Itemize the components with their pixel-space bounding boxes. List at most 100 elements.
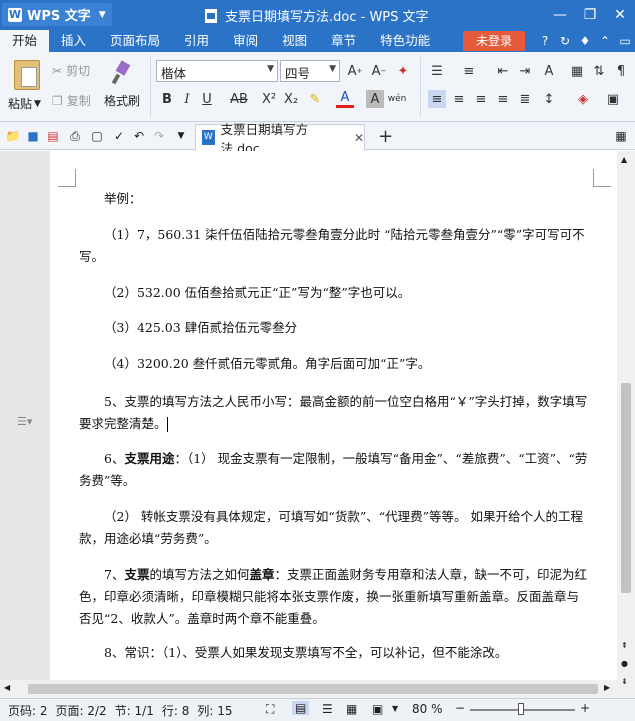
spellcheck-icon[interactable]: ✓ — [110, 127, 128, 145]
tab-home[interactable]: 开始 — [0, 30, 50, 52]
distribute-icon[interactable]: ≣ — [516, 90, 534, 108]
redo-icon[interactable]: ↷ — [150, 127, 168, 145]
skin-icon[interactable]: ♦ — [575, 32, 595, 50]
cut-button[interactable]: ✂ 剪切 — [52, 62, 90, 79]
chevron-up-icon[interactable]: ⌃ — [595, 32, 615, 50]
increase-indent-icon[interactable]: ⇥ — [516, 62, 534, 80]
format-painter-button[interactable]: 格式刷 — [104, 92, 140, 109]
open-folder-icon[interactable]: 📁 — [4, 127, 22, 145]
text-direction-icon[interactable]: A — [540, 62, 558, 80]
font-size-value: 四号 — [285, 66, 311, 81]
align-center-icon[interactable]: ≡ — [450, 90, 468, 108]
format-painter-icon[interactable] — [110, 60, 132, 86]
paragraph-menu-icon[interactable]: ☰▾ — [17, 415, 32, 428]
app-menu-button[interactable]: W WPS 文字 ▼ — [2, 3, 112, 26]
prev-page-icon[interactable]: ⇞ — [621, 641, 628, 650]
tab-section[interactable]: 章节 — [319, 30, 368, 52]
ribbon: 粘贴 ▼ ✂ 剪切 ❐ 复制 格式刷 楷体 ▼ 四号 ▼ A + A − ✦ B I … — [0, 52, 635, 122]
justify-icon[interactable]: ≡ — [494, 90, 512, 108]
tab-view[interactable]: 视图 — [270, 30, 319, 52]
superscript-icon[interactable]: X² — [260, 90, 278, 108]
bold-text: 盖章 — [249, 567, 275, 582]
status-pages[interactable]: 页面: 2/2 — [56, 702, 107, 719]
font-size-select[interactable]: 四号 ▼ — [280, 60, 340, 82]
numbered-list-icon[interactable]: ≡ — [460, 62, 478, 80]
zoom-level[interactable]: 80 % — [412, 702, 443, 716]
close-button[interactable]: ✕ — [605, 0, 635, 30]
scroll-thumb[interactable] — [621, 383, 631, 593]
next-page-icon[interactable]: ⇟ — [621, 677, 628, 686]
help-icon[interactable]: ? — [535, 32, 555, 50]
close-tab-icon[interactable]: ✕ — [354, 131, 364, 145]
font-name-select[interactable]: 楷体 ▼ — [156, 60, 278, 82]
tab-insert[interactable]: 插入 — [49, 30, 98, 52]
customize-chevron-icon[interactable]: ▼ — [172, 127, 190, 145]
shading-icon[interactable]: ◈ — [574, 90, 592, 108]
bullet-list-icon[interactable]: ☰ — [428, 62, 446, 80]
underline-icon[interactable]: U — [198, 90, 216, 108]
maximize-button[interactable]: ❐ — [575, 0, 605, 30]
outline-view-icon[interactable]: ☰ — [322, 702, 333, 716]
horizontal-scrollbar[interactable]: ◀ ▶ — [0, 680, 617, 698]
char-shading-icon[interactable]: A — [366, 90, 384, 108]
scroll-right-icon[interactable]: ▶ — [604, 683, 610, 692]
sort-icon[interactable]: ⇅ — [590, 62, 608, 80]
tab-review[interactable]: 审阅 — [221, 30, 270, 52]
paste-icon[interactable] — [14, 60, 40, 90]
scroll-thumb[interactable] — [28, 684, 598, 694]
tab-list-icon[interactable]: ▦ — [612, 127, 630, 145]
italic-icon[interactable]: I — [178, 90, 196, 108]
paste-button[interactable]: 粘贴 ▼ — [8, 95, 41, 112]
chevron-down-icon[interactable]: ▼ — [392, 704, 398, 713]
login-button[interactable]: 未登录 — [463, 31, 525, 51]
new-tab-button[interactable]: + — [378, 126, 393, 147]
document-page[interactable]: 举例： （1）7，560.31 柒仟伍佰陆拾元零叁角壹分此时 “陆拾元零叁角壹分… — [50, 151, 617, 698]
align-left-icon[interactable]: ≡ — [428, 90, 446, 108]
fullscreen-icon[interactable]: ⛶ — [266, 702, 274, 717]
highlight-icon[interactable]: ✎ — [306, 90, 324, 108]
tab-references[interactable]: 引用 — [172, 30, 221, 52]
table-icon[interactable]: ▦ — [568, 62, 586, 80]
status-bar: 页码: 2 页面: 2/2 节: 1/1 行: 8 列: 15 ⛶ ▤ ☰ ▦ … — [0, 698, 635, 721]
reading-view-icon[interactable]: ▣ — [372, 702, 383, 716]
undo-icon[interactable]: ↶ — [130, 127, 148, 145]
web-view-icon[interactable]: ▦ — [346, 702, 357, 716]
show-marks-icon[interactable]: ¶ — [612, 62, 630, 80]
decrease-indent-icon[interactable]: ⇤ — [494, 62, 512, 80]
browse-object-icon[interactable]: ● — [621, 659, 628, 668]
vertical-scrollbar[interactable]: ▲ ⇞ ● ⇟ — [617, 151, 635, 698]
scroll-up-icon[interactable]: ▲ — [621, 155, 627, 164]
page-view-icon[interactable]: ▤ — [292, 701, 310, 715]
borders-icon[interactable]: ▣ — [604, 90, 622, 108]
save-icon[interactable]: ■ — [24, 127, 42, 145]
export-pdf-icon[interactable]: ▤ — [44, 127, 62, 145]
subscript-icon[interactable]: X₂ — [282, 90, 300, 108]
shrink-font-icon[interactable]: A − — [370, 62, 388, 80]
zoom-slider-handle[interactable] — [518, 703, 524, 715]
tab-features[interactable]: 特色功能 — [368, 30, 442, 52]
grow-font-icon[interactable]: A + — [346, 62, 364, 80]
paragraph: 举例： — [104, 191, 142, 206]
document-icon — [205, 8, 217, 23]
align-right-icon[interactable]: ≡ — [472, 90, 490, 108]
line-spacing-icon[interactable]: ↕ — [540, 90, 558, 108]
clear-format-icon[interactable]: ✦ — [394, 62, 412, 80]
bold-icon[interactable]: B — [158, 90, 176, 108]
minimize-ribbon-icon[interactable]: ▭ — [615, 32, 635, 50]
scroll-left-icon[interactable]: ◀ — [4, 683, 10, 692]
print-icon[interactable]: ⎙ — [66, 127, 84, 145]
zoom-out-icon[interactable]: − — [455, 701, 465, 715]
status-page-number[interactable]: 页码: 2 — [8, 702, 48, 719]
phonetic-guide-icon[interactable]: wén — [388, 90, 407, 108]
font-color-icon[interactable]: A — [336, 90, 354, 108]
strikethrough-icon[interactable]: AB — [226, 90, 252, 108]
document-tab[interactable]: W 支票日期填写方法.doc ✕ — [195, 122, 365, 156]
print-preview-icon[interactable]: ▢ — [88, 127, 106, 145]
zoom-in-icon[interactable]: + — [580, 701, 590, 715]
sync-icon[interactable]: ↻ — [555, 32, 575, 50]
paste-label: 粘贴 — [8, 97, 33, 111]
copy-button[interactable]: ❐ 复制 — [52, 92, 91, 109]
window-title-text: 支票日期填写方法.doc - WPS 文字 — [225, 10, 429, 25]
tab-page-layout[interactable]: 页面布局 — [98, 30, 172, 52]
minimize-button[interactable]: — — [545, 0, 575, 30]
